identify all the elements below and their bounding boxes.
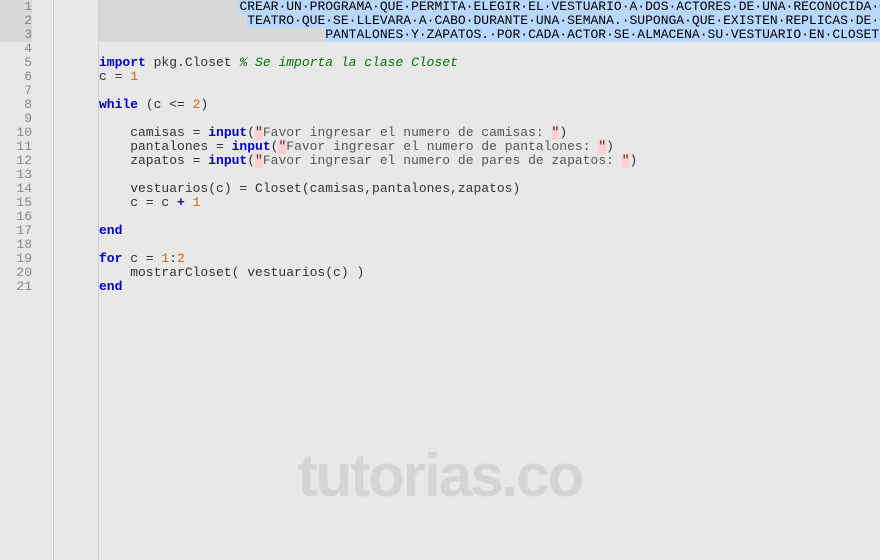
code-token: input: [208, 125, 247, 140]
code-token: c =: [99, 69, 130, 84]
code-token: ): [200, 97, 208, 112]
code-token: +: [177, 195, 185, 210]
code-line[interactable]: [99, 42, 880, 56]
line-number: 3: [0, 28, 32, 42]
code-line[interactable]: TEATRO·QUE·SE·LLEVARA·A·CABO·DURANTE·UNA…: [99, 14, 880, 28]
code-token: pantalones =: [99, 139, 232, 154]
code-token: camisas =: [99, 125, 208, 140]
line-number: 10: [0, 126, 32, 140]
code-token: c =: [122, 251, 161, 266]
line-number: 16: [0, 210, 32, 224]
code-token: Favor ingresar el numero de camisas:: [263, 125, 552, 140]
code-token: vestuarios(c) = Closet(camisas,pantalone…: [99, 181, 520, 196]
code-line[interactable]: for c = 1:2: [99, 252, 880, 266]
code-line[interactable]: [99, 168, 880, 182]
code-token: ": [622, 153, 630, 168]
line-number-gutter: 123456789101112131415161718192021: [0, 0, 40, 560]
code-token: Favor ingresar el numero de pantalones:: [286, 139, 598, 154]
code-line[interactable]: c = 1: [99, 70, 880, 84]
code-token: input: [232, 139, 271, 154]
line-number: 20: [0, 266, 32, 280]
code-line[interactable]: c = c + 1: [99, 196, 880, 210]
code-line[interactable]: end: [99, 280, 880, 294]
code-line[interactable]: CREAR·UN·PROGRAMA·QUE·PERMITA·ELEGIR·EL·…: [99, 0, 880, 14]
line-number: 17: [0, 224, 32, 238]
line-number: 4: [0, 42, 32, 56]
code-token: [99, 13, 247, 28]
code-line[interactable]: end: [99, 224, 880, 238]
code-token: (: [247, 125, 255, 140]
line-number: 6: [0, 70, 32, 84]
code-line[interactable]: while (c <= 2): [99, 98, 880, 112]
code-token: :: [169, 251, 177, 266]
code-line[interactable]: camisas = input("Favor ingresar el numer…: [99, 126, 880, 140]
line-number: 11: [0, 140, 32, 154]
line-number: 21: [0, 280, 32, 294]
code-token: ): [630, 153, 638, 168]
line-number: 5: [0, 56, 32, 70]
code-line[interactable]: [99, 210, 880, 224]
code-token: ": [255, 125, 263, 140]
fold-strip: [40, 0, 54, 560]
code-token: [99, 27, 325, 42]
code-token: % Se importa la clase Closet: [239, 55, 457, 70]
code-token: Favor ingresar el numero de pares de zap…: [263, 153, 622, 168]
margin-strip: [54, 0, 99, 560]
code-line[interactable]: [99, 112, 880, 126]
line-number: 8: [0, 98, 32, 112]
code-token: (c <=: [138, 97, 193, 112]
code-token: (: [247, 153, 255, 168]
line-number: 15: [0, 196, 32, 210]
line-number: 13: [0, 168, 32, 182]
code-line[interactable]: mostrarCloset( vestuarios(c) ): [99, 266, 880, 280]
code-token: for: [99, 251, 122, 266]
code-token: ): [559, 125, 567, 140]
code-token: ": [255, 153, 263, 168]
code-token: ): [606, 139, 614, 154]
code-token: c = c: [99, 195, 177, 210]
code-area[interactable]: CREAR·UN·PROGRAMA·QUE·PERMITA·ELEGIR·EL·…: [99, 0, 880, 560]
code-editor[interactable]: 123456789101112131415161718192021 CREAR·…: [0, 0, 880, 560]
code-token: 2: [177, 251, 185, 266]
code-token: [185, 195, 193, 210]
code-line[interactable]: [99, 84, 880, 98]
code-token: input: [208, 153, 247, 168]
code-token: PANTALONES·Y·ZAPATOS.·POR·CADA·ACTOR·SE·…: [325, 27, 880, 42]
code-token: [99, 0, 239, 14]
code-token: import: [99, 55, 146, 70]
line-number: 9: [0, 112, 32, 126]
line-number: 1: [0, 0, 32, 14]
code-token: ": [598, 139, 606, 154]
code-line[interactable]: import pkg.Closet % Se importa la clase …: [99, 56, 880, 70]
line-number: 7: [0, 84, 32, 98]
code-token: mostrarCloset( vestuarios(c) ): [99, 265, 364, 280]
code-line[interactable]: zapatos = input("Favor ingresar el numer…: [99, 154, 880, 168]
code-token: end: [99, 223, 122, 238]
code-token: end: [99, 279, 122, 294]
code-line[interactable]: pantalones = input("Favor ingresar el nu…: [99, 140, 880, 154]
code-line[interactable]: vestuarios(c) = Closet(camisas,pantalone…: [99, 182, 880, 196]
line-number: 12: [0, 154, 32, 168]
code-token: CREAR·UN·PROGRAMA·QUE·PERMITA·ELEGIR·EL·…: [239, 0, 880, 14]
code-token: pkg.Closet: [146, 55, 240, 70]
code-token: 1: [193, 195, 201, 210]
code-token: zapatos =: [99, 153, 208, 168]
code-token: while: [99, 97, 138, 112]
line-number: 19: [0, 252, 32, 266]
code-line[interactable]: PANTALONES·Y·ZAPATOS.·POR·CADA·ACTOR·SE·…: [99, 28, 880, 42]
line-number: 2: [0, 14, 32, 28]
line-number: 18: [0, 238, 32, 252]
code-token: 1: [130, 69, 138, 84]
line-number: 14: [0, 182, 32, 196]
code-line[interactable]: [99, 238, 880, 252]
code-token: TEATRO·QUE·SE·LLEVARA·A·CABO·DURANTE·UNA…: [247, 13, 880, 28]
